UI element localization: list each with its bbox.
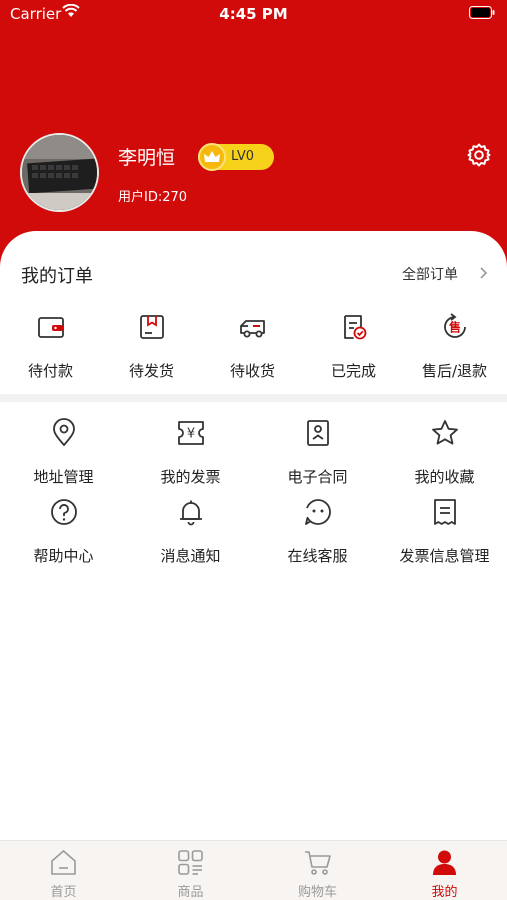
battery-icon — [469, 6, 495, 19]
service-label: 地址管理 — [33, 468, 94, 486]
wallet-icon — [38, 317, 64, 338]
service-label: 我的收藏 — [414, 468, 475, 486]
invoice-icon: ¥ — [178, 421, 204, 445]
tab-bar: 首页 商品 购物车 我的 — [0, 840, 507, 900]
user-name: 李明恒 — [118, 147, 176, 169]
chevron-right-icon[interactable] — [478, 264, 490, 282]
service-contract[interactable]: 电子合同 — [254, 418, 381, 488]
orders-title: 我的订单 — [21, 266, 93, 287]
status-time: 4:45 PM — [219, 5, 288, 23]
contract-icon — [307, 420, 329, 446]
profile-header — [0, 0, 507, 270]
after-sale-icon: 售 — [444, 313, 466, 338]
level-label: LV0 — [231, 149, 254, 164]
level-badge: LV0 — [198, 143, 274, 171]
order-item-label: 待收货 — [229, 362, 275, 380]
completed-icon — [344, 315, 367, 340]
tab-label: 首页 — [50, 885, 77, 900]
order-item-label: 售后/退款 — [421, 362, 488, 380]
order-after-sale[interactable]: 售 售后/退款 — [404, 310, 505, 384]
order-item-label: 待发货 — [128, 362, 174, 380]
user-id: 用户ID:270 — [118, 190, 188, 205]
service-notifications[interactable]: 消息通知 — [127, 497, 254, 567]
tab-label: 我的 — [431, 885, 458, 900]
help-icon — [51, 499, 77, 525]
service-label: 我的发票 — [160, 468, 221, 486]
service-label: 在线客服 — [287, 547, 348, 565]
order-pending-receipt[interactable]: 待收货 — [202, 310, 303, 384]
avatar[interactable] — [20, 133, 99, 212]
service-invoice[interactable]: ¥ 我的发票 — [127, 418, 254, 488]
chat-face-icon — [305, 499, 331, 525]
truck-icon — [240, 320, 265, 338]
service-customer-support[interactable]: 在线客服 — [254, 497, 381, 567]
all-orders-link[interactable]: 全部订单 — [402, 264, 458, 284]
settings-gear-icon[interactable] — [466, 142, 492, 168]
location-pin-icon — [53, 418, 75, 446]
section-divider — [0, 394, 507, 402]
tab-home[interactable]: 首页 — [0, 841, 127, 900]
star-icon — [432, 420, 458, 445]
home-icon — [51, 850, 76, 875]
tab-label: 购物车 — [297, 885, 337, 900]
tab-mine[interactable]: 我的 — [381, 841, 507, 900]
tab-products[interactable]: 商品 — [127, 841, 254, 900]
cart-icon — [305, 851, 331, 875]
order-item-label: 已完成 — [330, 362, 376, 380]
service-label: 发票信息管理 — [399, 547, 490, 565]
receipt-icon — [434, 499, 456, 525]
status-bar: Carrier 4:45 PM — [0, 0, 507, 28]
bell-icon — [180, 500, 202, 526]
grid-icon — [178, 850, 203, 875]
crown-icon — [198, 143, 226, 171]
svg-text:售: 售 — [449, 320, 461, 335]
package-icon — [140, 315, 164, 339]
tab-cart[interactable]: 购物车 — [254, 841, 381, 900]
user-icon — [433, 850, 456, 875]
service-invoice-info[interactable]: 发票信息管理 — [381, 497, 507, 567]
service-favorites[interactable]: 我的收藏 — [381, 418, 507, 488]
order-completed[interactable]: 已完成 — [303, 310, 404, 384]
order-pending-payment[interactable]: 待付款 — [0, 310, 101, 384]
svg-text:¥: ¥ — [187, 427, 195, 442]
order-item-label: 待付款 — [27, 362, 73, 380]
tab-label: 商品 — [177, 885, 204, 900]
service-label: 电子合同 — [287, 468, 348, 486]
service-label: 消息通知 — [160, 547, 221, 565]
service-label: 帮助中心 — [33, 547, 94, 565]
service-address[interactable]: 地址管理 — [0, 418, 127, 488]
order-pending-shipment[interactable]: 待发货 — [101, 310, 202, 384]
service-help[interactable]: 帮助中心 — [0, 497, 127, 567]
